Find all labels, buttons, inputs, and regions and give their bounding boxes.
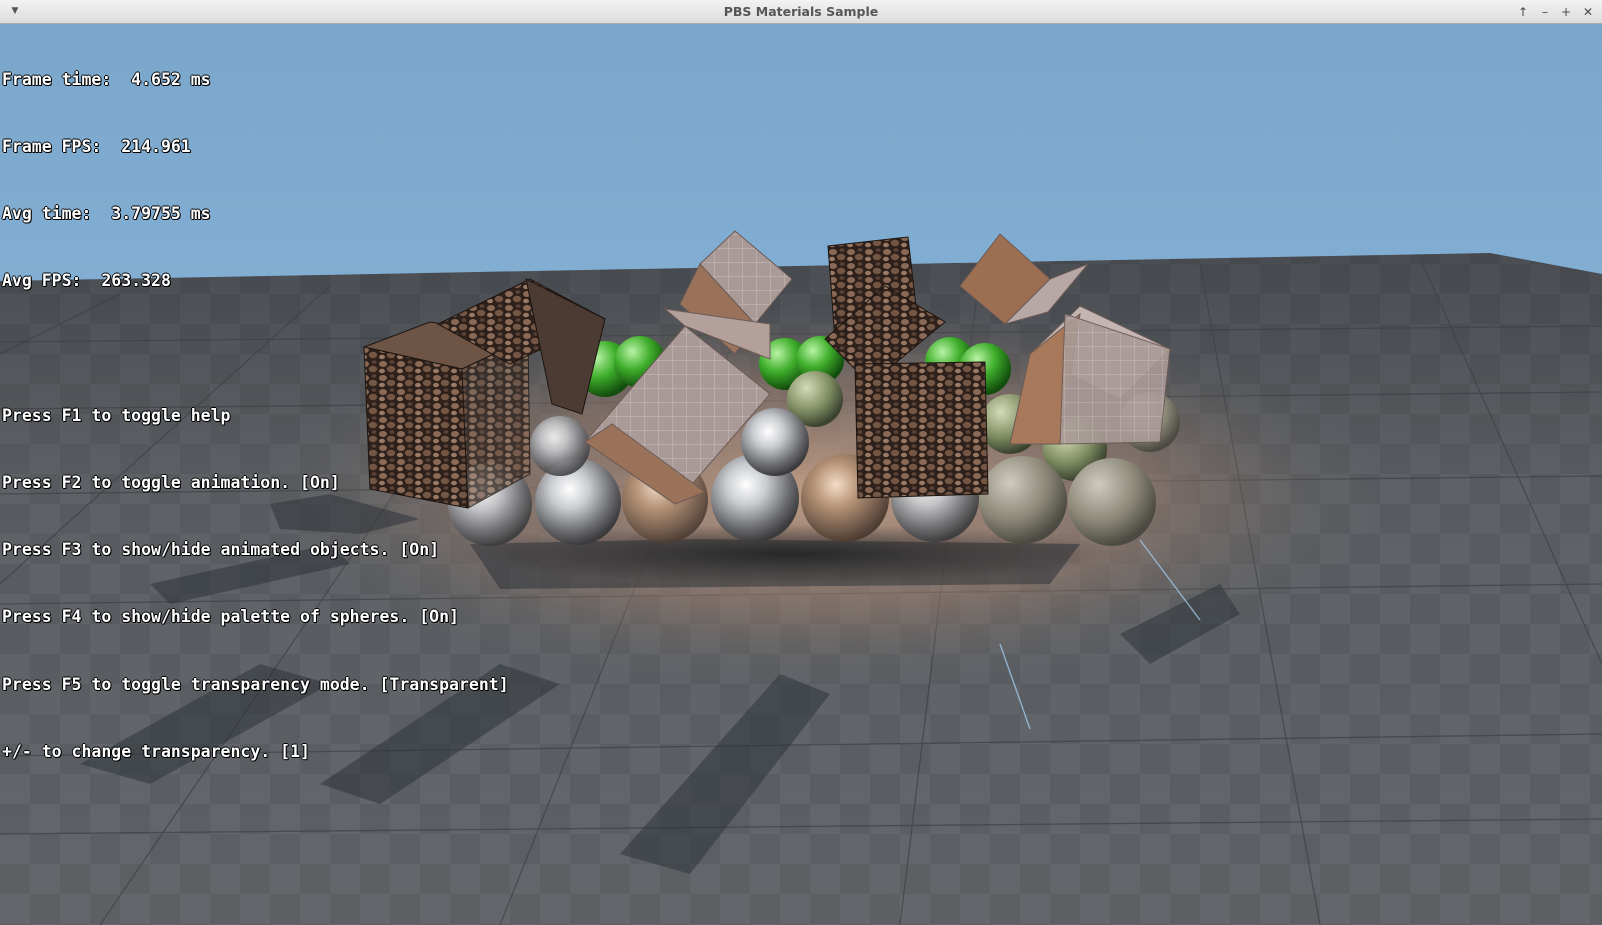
help-transparency-text: +/- to change transparency. [1] — [2, 741, 310, 761]
window-minimize-button[interactable]: – — [1536, 3, 1554, 21]
help-f3-text: Press F3 to show/hide animated objects. … — [2, 540, 440, 560]
frame-fps-text: Frame FPS: 214.961 — [2, 137, 191, 157]
render-viewport[interactable]: Frame time: 4.652 ms Frame FPS: 214.961 … — [0, 24, 1602, 925]
help-f1-text: Press F1 to toggle help — [2, 405, 231, 425]
title-bar[interactable]: ▼ PBS Materials Sample ↑ – + ✕ — [0, 0, 1602, 24]
window-up-button[interactable]: ↑ — [1514, 3, 1532, 21]
window-maximize-button[interactable]: + — [1557, 3, 1575, 21]
help-f2-text: Press F2 to toggle animation. [On] — [2, 473, 340, 493]
window-title: PBS Materials Sample — [723, 4, 879, 19]
avg-time-text: Avg time: 3.79755 ms — [2, 204, 211, 224]
help-f5-text: Press F5 to toggle transparency mode. [T… — [2, 674, 509, 694]
stats-overlay: Frame time: 4.652 ms Frame FPS: 214.961 … — [2, 24, 509, 808]
window-close-button[interactable]: ✕ — [1579, 3, 1597, 21]
help-f4-text: Press F4 to show/hide palette of spheres… — [2, 607, 459, 627]
avg-fps-text: Avg FPS: 263.328 — [2, 271, 171, 291]
frame-time-text: Frame time: 4.652 ms — [2, 69, 211, 89]
